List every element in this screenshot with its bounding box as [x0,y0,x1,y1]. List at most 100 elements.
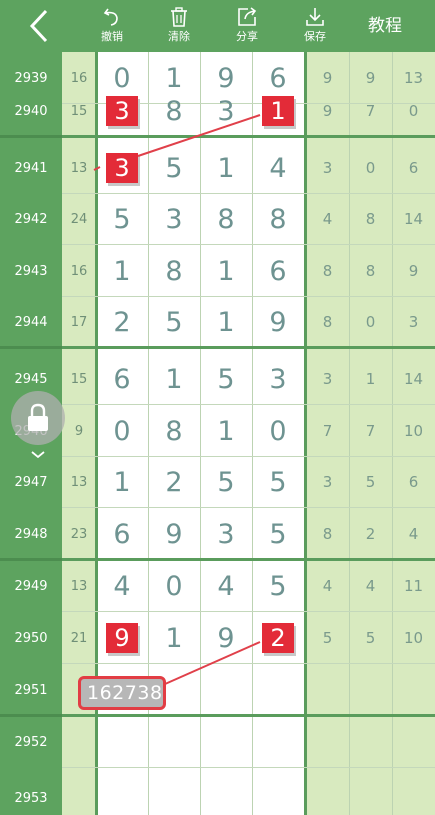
digit-cell[interactable]: 3 [96,85,148,137]
marked-digit[interactable]: 1 [262,96,294,126]
table-row: 2948 23 6 9 3 5 8 2 4 [0,508,435,560]
digit-cell[interactable]: 5 [96,193,148,245]
trash-icon [171,7,187,27]
digit-cell[interactable] [200,716,252,768]
digit-cell[interactable]: 3 [200,508,252,560]
digit-cell[interactable]: 1 [200,405,252,457]
digit-cell[interactable]: 3 [200,85,252,137]
toolbar: 撤销 清除 分享 保存 教程 [0,0,435,52]
table-row: 2940 15 3 8 3 1 9 7 0 [0,85,435,137]
digit-cell[interactable]: 1 [200,245,252,297]
digit-cell[interactable]: 0 [252,405,304,457]
marked-digit[interactable]: 2 [262,623,294,653]
issue-number: 2943 [14,263,48,279]
digit-cell[interactable]: 1 [148,353,200,405]
digit-cell[interactable]: 9 [200,612,252,664]
table-row: 2947 13 1 2 5 5 3 5 6 [0,456,435,508]
stat-cell: 5 [365,473,376,491]
digit-cell[interactable]: 5 [200,353,252,405]
digit-cell[interactable]: 8 [148,85,200,137]
stat-cell [392,716,435,768]
back-button[interactable] [24,8,58,44]
issue-number: 2950 [14,630,48,646]
digit-cell[interactable]: 6 [252,245,304,297]
digit-cell[interactable] [252,716,304,768]
stat-cell [392,664,435,716]
sum-value: 13 [70,578,88,594]
digit-cell[interactable]: 5 [148,296,200,348]
digit-cell[interactable]: 9 [148,508,200,560]
marked-digit[interactable]: 9 [106,623,138,653]
lock-button[interactable] [11,391,65,445]
sum-value: 21 [70,630,88,646]
chevron-down-icon [31,451,45,459]
sum-value: 24 [70,211,88,227]
sum-value: 9 [74,423,84,439]
stat-cell [392,772,435,815]
digit-cell[interactable]: 5 [252,456,304,508]
digit-cell[interactable]: 1 [200,296,252,348]
digit-cell[interactable] [200,772,252,815]
number-input[interactable]: 162738 [78,676,166,710]
digit-cell[interactable]: 5 [252,560,304,612]
digit-cell[interactable]: 5 [200,456,252,508]
digit-cell[interactable] [96,772,148,815]
digit-cell[interactable]: 1 [252,85,304,137]
clear-button[interactable]: 清除 [154,6,204,48]
issue-number: 2952 [14,734,48,750]
stat-cell: 7 [365,102,376,120]
digit-cell[interactable]: 0 [96,405,148,457]
digit-cell[interactable]: 5 [252,508,304,560]
digit-cell[interactable] [252,664,304,716]
digit-cell[interactable] [148,716,200,768]
save-button[interactable]: 保存 [290,6,340,48]
sum-value [62,716,96,768]
digit-cell[interactable]: 1 [200,142,252,194]
digit-cell[interactable]: 6 [96,508,148,560]
stat-cell [306,664,349,716]
digit-cell[interactable]: 1 [148,612,200,664]
digit-cell[interactable]: 8 [200,193,252,245]
tutorial-button[interactable]: 教程 [355,14,415,38]
clear-label: 清除 [168,30,190,43]
issue-number: 2947 [14,474,48,490]
digit-cell[interactable]: 3 [148,193,200,245]
digit-cell[interactable] [200,664,252,716]
digit-cell[interactable]: 2 [252,612,304,664]
stat-cell: 6 [408,159,419,177]
stat-cell: 0 [365,159,376,177]
download-icon [306,8,324,26]
stat-cell: 8 [365,262,376,280]
undo-button[interactable]: 撤销 [87,6,137,48]
stat-cell: 9 [408,262,419,280]
digit-cell[interactable]: 4 [200,560,252,612]
digit-cell[interactable]: 9 [96,612,148,664]
issue-number: 2942 [14,211,48,227]
digit-cell[interactable]: 6 [96,353,148,405]
digit-cell[interactable]: 2 [96,296,148,348]
stat-cell: 3 [322,473,333,491]
digit-cell[interactable]: 1 [96,245,148,297]
digit-cell[interactable]: 2 [148,456,200,508]
digit-cell[interactable]: 8 [148,245,200,297]
digit-cell[interactable]: 4 [252,142,304,194]
digit-cell[interactable]: 4 [96,560,148,612]
digit-cell[interactable]: 8 [148,405,200,457]
digit-cell[interactable]: 3 [96,142,148,194]
digit-cell[interactable]: 9 [252,296,304,348]
digit-cell[interactable] [96,716,148,768]
digit-cell[interactable]: 1 [96,456,148,508]
stat-cell: 8 [322,313,333,331]
digit-cell[interactable]: 0 [148,560,200,612]
undo-icon [103,8,118,26]
share-button[interactable]: 分享 [222,6,272,48]
marked-digit[interactable]: 3 [106,96,138,126]
digit-cell[interactable] [148,772,200,815]
sum-value: 13 [70,160,88,176]
digit-cell[interactable]: 5 [148,142,200,194]
digit-cell[interactable]: 8 [252,193,304,245]
digit-cell[interactable]: 3 [252,353,304,405]
stat-cell [349,716,392,768]
digit-cell[interactable] [252,772,304,815]
marked-digit[interactable]: 3 [106,153,138,183]
